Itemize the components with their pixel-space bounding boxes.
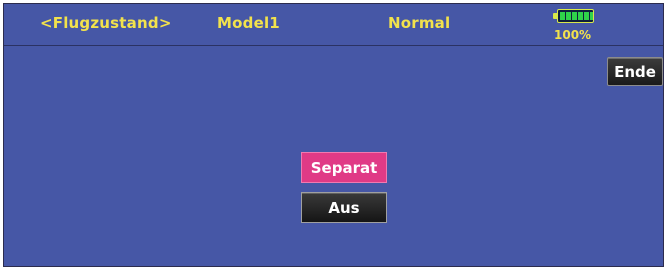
status-header: <Flugzustand> Model1 Normal 100% <box>4 4 663 46</box>
radio-screen: <Flugzustand> Model1 Normal 100% Ende Se… <box>3 3 664 267</box>
battery-level <box>560 12 593 20</box>
model-name[interactable]: Model1 <box>217 14 280 32</box>
condition-name: Normal <box>388 14 451 32</box>
battery-body <box>557 9 594 23</box>
end-button[interactable]: Ende <box>607 57 663 86</box>
state-button[interactable]: Aus <box>301 192 387 223</box>
flight-condition-title[interactable]: <Flugzustand> <box>40 14 172 32</box>
mode-button[interactable]: Separat <box>301 152 387 183</box>
battery-icon <box>553 9 595 23</box>
battery-percent-label: 100% <box>554 28 592 42</box>
